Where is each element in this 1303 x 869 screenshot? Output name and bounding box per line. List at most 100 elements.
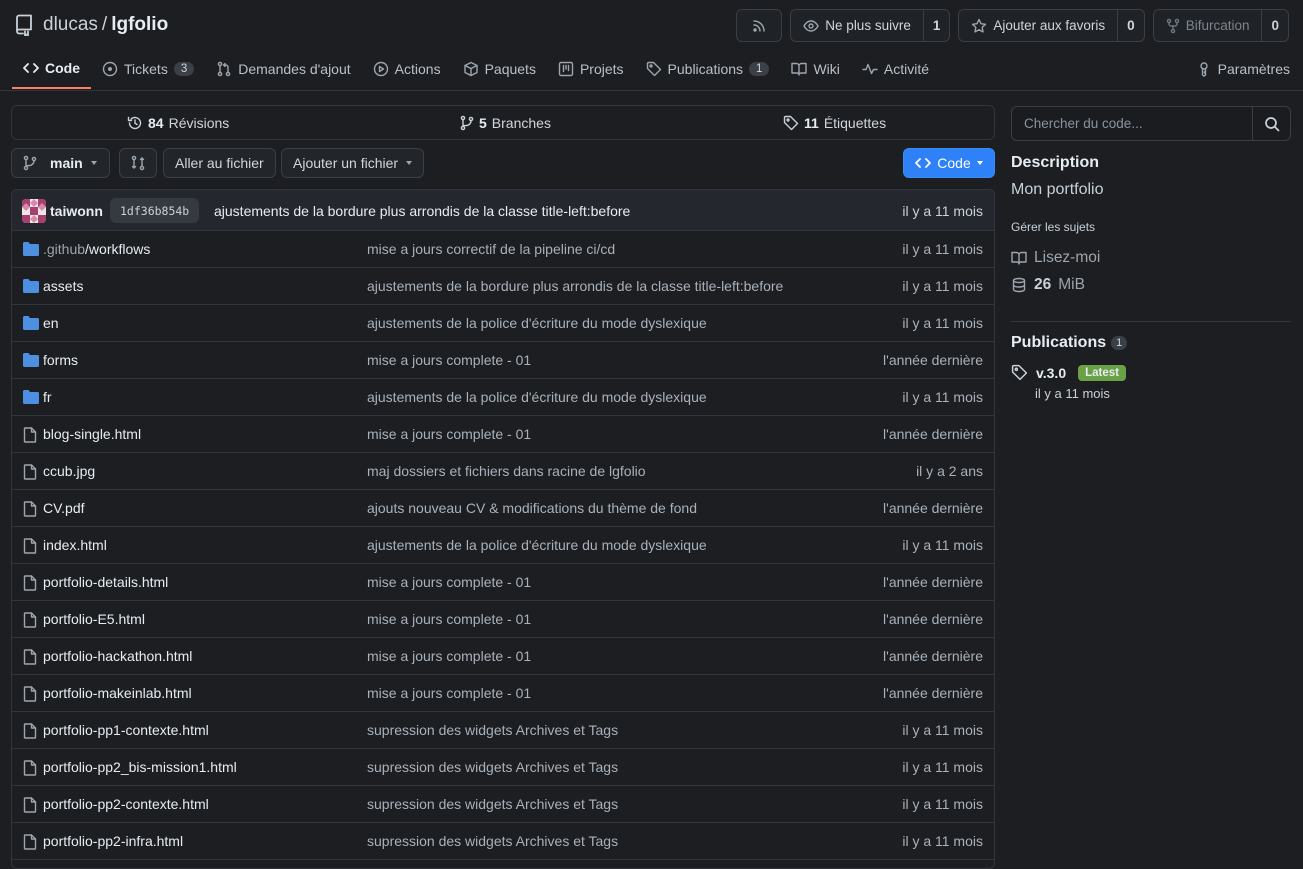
branch-icon (23, 155, 37, 171)
tab-wiki[interactable]: Wiki (780, 49, 850, 89)
file-name-link[interactable]: portfolio-pp2_bis-mission1.html (43, 759, 237, 775)
file-name-link[interactable]: en (43, 315, 59, 331)
file-name-link[interactable]: ccub.jpg (43, 463, 95, 479)
file-row[interactable]: portfolio-pp1-contexte.html supression de… (12, 712, 994, 749)
search-input[interactable] (1012, 107, 1252, 140)
chevron-down-icon (976, 161, 983, 165)
file-row[interactable]: portfolio-pp2_bis-mission1.html supressio… (12, 749, 994, 786)
star-button[interactable]: Ajouter aux favoris 0 (958, 9, 1145, 42)
tab-projects[interactable]: Projets (547, 49, 635, 89)
file-commit-message[interactable]: mise a jours complete - 01 (367, 648, 531, 664)
commit-author[interactable]: taiwonn (50, 203, 103, 219)
repo-name-link[interactable]: lgfolio (111, 14, 168, 36)
latest-release[interactable]: v.3.0 Latest (1011, 364, 1126, 381)
file-row[interactable]: CV.pdf ajouts nouveau CV & modifications … (12, 490, 994, 527)
watch-count[interactable]: 1 (922, 10, 950, 41)
tab-code[interactable]: Code (12, 49, 91, 89)
tab-settings[interactable]: Paramètres (1196, 49, 1290, 89)
file-name-link[interactable]: CV.pdf (43, 500, 85, 516)
commit-message[interactable]: ajustements de la bordure plus arrondis … (214, 203, 630, 219)
file-row[interactable]: portfolio-details.html mise a jours compl… (12, 564, 994, 601)
rss-button[interactable] (736, 9, 783, 42)
tab-actions[interactable]: Actions (362, 49, 452, 89)
file-row[interactable]: portfolio-makeinlab.html mise a jours com… (12, 675, 994, 712)
file-name-link[interactable]: forms (43, 352, 78, 368)
tab-activity[interactable]: Activité (851, 49, 940, 89)
file-row[interactable]: fr ajustements de la police d'écriture du… (12, 379, 994, 416)
file-name-link[interactable]: blog-single.html (43, 426, 141, 442)
file-name-link[interactable]: fr (43, 389, 52, 405)
tab-counter: 1 (749, 62, 770, 76)
star-count[interactable]: 0 (1117, 10, 1144, 41)
file-name: index.html (43, 537, 107, 553)
publications-header[interactable]: Publications 1 (1011, 334, 1128, 352)
file-commit-message[interactable]: ajouts nouveau CV & modifications du thè… (367, 500, 697, 516)
file-row[interactable]: portfolio-pp2-infra.html supression des w… (12, 823, 994, 860)
file-commit-message[interactable]: mise a jours complete - 01 (367, 574, 531, 590)
code-button[interactable]: Code (903, 148, 995, 178)
file-commit-message[interactable]: ajustements de la police d'écriture du m… (367, 389, 707, 405)
release-tag: v.3.0 (1036, 364, 1067, 381)
file-commit-message[interactable]: mise a jours complete - 01 (367, 685, 531, 701)
add-file-button[interactable]: Ajouter un fichier (281, 148, 425, 178)
folder-icon (23, 242, 39, 256)
branch-selector[interactable]: main (11, 148, 110, 178)
search-button[interactable] (1252, 107, 1290, 140)
file-name-link[interactable]: portfolio-details.html (43, 574, 168, 590)
file-commit-message[interactable]: ajustements de la police d'écriture du m… (367, 537, 707, 553)
file-name-link[interactable]: assets (43, 278, 83, 294)
file-row[interactable]: index.html ajustements de la police d'écr… (12, 527, 994, 564)
file-commit-message[interactable]: mise a jours complete - 01 (367, 611, 531, 627)
file-name-link[interactable]: portfolio-hackathon.html (43, 648, 192, 664)
file-icon (23, 649, 37, 665)
file-commit-message[interactable]: mise a jours complete - 01 (367, 426, 531, 442)
file-name-link[interactable]: .github/workflows (43, 241, 150, 257)
file-commit-message[interactable]: ajustements de la police d'écriture du m… (367, 315, 707, 331)
branches-label: Branches (491, 114, 551, 131)
goto-file-button[interactable]: Aller au fichier (163, 148, 276, 178)
manage-topics-link[interactable]: Gérer les sujets (1011, 220, 1095, 234)
star-icon (971, 18, 987, 34)
tab-publications[interactable]: Publications 1 (635, 49, 781, 89)
file-commit-message[interactable]: mise a jours complete - 01 (367, 352, 531, 368)
file-commit-message[interactable]: maj dossiers et fichiers dans racine de … (367, 463, 646, 479)
readme-link[interactable]: Lisez-moi (1011, 249, 1100, 267)
file-row[interactable]: portfolio-E5.html mise a jours complete -… (12, 601, 994, 638)
unwatch-button[interactable]: Ne plus suivre 1 (790, 9, 951, 42)
avatar[interactable] (22, 199, 46, 223)
file-commit-message[interactable]: mise a jours correctif de la pipeline ci… (367, 241, 615, 257)
file-name-link[interactable]: portfolio-pp2-contexte.html (43, 796, 209, 812)
branches-link[interactable]: 5 Branches (460, 115, 551, 131)
file-row[interactable]: portfolio-pp2-contexte.html supression de… (12, 786, 994, 823)
file-commit-message[interactable]: ajustements de la bordure plus arrondis … (367, 278, 783, 294)
fork-label: Bifurcation (1185, 18, 1250, 33)
fork-count[interactable]: 0 (1261, 10, 1288, 41)
file-name-link[interactable]: index.html (43, 537, 107, 553)
branches-button[interactable] (119, 148, 157, 178)
file-row[interactable]: forms mise a jours complete - 01 l'année d… (12, 342, 994, 379)
file-row[interactable]: .github/workflows mise a jours correctif … (12, 231, 994, 268)
tags-link[interactable]: 11 Étiquettes (783, 115, 886, 131)
file-row[interactable]: en ajustements de la police d'écriture du… (12, 305, 994, 342)
file-commit-message[interactable]: supression des widgets Archives et Tags (367, 833, 618, 849)
file-name-link[interactable]: portfolio-pp2-infra.html (43, 833, 183, 849)
file-commit-message[interactable]: supression des widgets Archives et Tags (367, 796, 618, 812)
file-row[interactable]: portfolio-hackathon.html mise a jours com… (12, 638, 994, 675)
file-row[interactable]: blog-single.html mise a jours complete - … (12, 416, 994, 453)
file-name-link[interactable]: portfolio-pp1-contexte.html (43, 722, 209, 738)
file-commit-message[interactable]: supression des widgets Archives et Tags (367, 759, 618, 775)
repo-owner-link[interactable]: dlucas (43, 14, 98, 36)
file-name-link[interactable]: portfolio-E5.html (43, 611, 145, 627)
file-commit-message[interactable]: supression des widgets Archives et Tags (367, 722, 618, 738)
file-row[interactable]: assets ajustements de la bordure plus arr… (12, 268, 994, 305)
pull-request-icon (216, 61, 232, 77)
tab-pull-requests[interactable]: Demandes d'ajout (205, 49, 361, 89)
fork-button[interactable]: Bifurcation 0 (1152, 9, 1289, 42)
commit-sha[interactable]: 1df36b854b (110, 198, 200, 223)
file-name-link[interactable]: portfolio-makeinlab.html (43, 685, 192, 701)
tab-label: Activité (883, 61, 929, 77)
tab-packages[interactable]: Paquets (452, 49, 547, 89)
file-row[interactable]: ccub.jpg maj dossiers et fichiers dans ra… (12, 453, 994, 490)
revisions-link[interactable]: 84 Révisions (127, 115, 229, 131)
tab-tickets[interactable]: Tickets 3 (91, 49, 205, 89)
